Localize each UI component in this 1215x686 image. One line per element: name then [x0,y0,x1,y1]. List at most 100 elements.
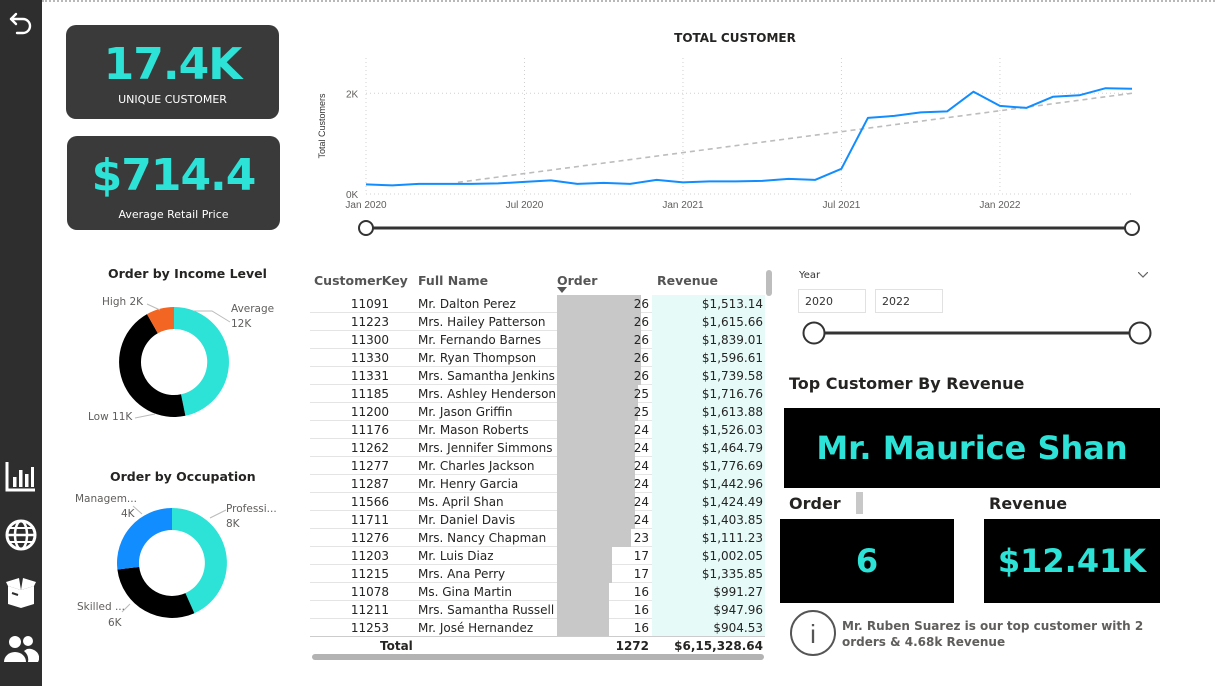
cell-order: 26 [633,297,649,311]
cell-customer-key: 11330 [350,351,389,365]
table-row[interactable]: 11078 Ms. Gina Martin 16 $991.27 [310,583,765,601]
table-row[interactable]: 11330 Mr. Ryan Thompson 26 $1,596.61 [310,349,765,367]
info-icon[interactable]: i [788,608,838,658]
order-data-bar [557,601,609,619]
income-label-high: High 2K [102,296,144,308]
year-range-slider[interactable] [800,320,1155,346]
table-row[interactable]: 11215 Mrs. Ana Perry 17 $1,335.85 [310,565,765,583]
cell-customer-key: 11253 [350,621,389,635]
date-slider-handle-right[interactable] [1124,220,1140,236]
table-row[interactable]: 11211 Mrs. Samantha Russell 16 $947.96 [310,601,765,619]
date-slider-handle-left[interactable] [358,220,374,236]
header-revenue[interactable]: Revenue [657,273,718,288]
header-full-name[interactable]: Full Name [418,273,488,288]
kpi-unique-customer-value: 17.4K [103,39,243,90]
total-order: 1272 [615,639,649,653]
table-row[interactable]: 11711 Mr. Daniel Davis 24 $1,403.85 [310,511,765,529]
kpi-avg-retail-price-label: Average Retail Price [118,208,229,221]
cell-revenue: $1,335.85 [701,567,763,581]
table-total-row: Total 1272 $6,15,328.64 [310,636,765,654]
table-horizontal-scrollbar[interactable] [312,654,764,660]
cell-full-name: Mr. Luis Diaz [418,549,494,563]
series-line-total-customers[interactable] [365,87,1133,187]
table-row[interactable]: 11276 Mrs. Nancy Chapman 23 $1,111.23 [310,529,765,547]
year-from-input[interactable]: 2020 [798,289,866,313]
cell-revenue: $1,615.66 [701,315,763,329]
table-row[interactable]: 11176 Mr. Mason Roberts 24 $1,526.03 [310,421,765,439]
table-row[interactable]: 11223 Mrs. Hailey Patterson 26 $1,615.66 [310,313,765,331]
cell-full-name: Mr. Henry Garcia [418,477,519,491]
cell-full-name: Mrs. Ashley Henderson [418,387,557,401]
cell-revenue: $1,596.61 [701,351,763,365]
cell-revenue: $1,442.96 [701,477,763,491]
cell-revenue: $1,464.79 [701,441,763,455]
top-customer-name-card: Mr. Maurice Shan [784,408,1160,488]
order-data-bar [557,421,635,439]
order-data-bar [557,349,641,367]
occupation-label-skilled: Skilled ... [77,601,125,613]
cell-full-name: Mrs. Jennifer Simmons [418,441,553,455]
cell-customer-key: 11300 [350,333,389,347]
year-to-input[interactable]: 2022 [875,289,943,313]
x-tick-label: Jul 2020 [506,200,544,211]
kpi-unique-customer-label: UNIQUE CUSTOMER [118,93,227,106]
table-row[interactable]: 11287 Mr. Henry Garcia 24 $1,442.96 [310,475,765,493]
kpi-avg-retail-price-value: $714.4 [91,150,257,201]
table-row[interactable]: 11203 Mr. Luis Diaz 17 $1,002.05 [310,547,765,565]
table-row[interactable]: 11566 Ms. April Shan 24 $1,424.49 [310,493,765,511]
order-data-bar [557,511,635,529]
header-order[interactable]: Order [557,273,597,288]
cell-full-name: Mr. Mason Roberts [418,423,529,437]
table-row[interactable]: 11185 Mrs. Ashley Henderson 25 $1,716.76 [310,385,765,403]
cell-customer-key: 11078 [350,585,389,599]
table-row[interactable]: 11331 Mrs. Samantha Jenkins 26 $1,739.58 [310,367,765,385]
table-row[interactable]: 11277 Mr. Charles Jackson 24 $1,776.69 [310,457,765,475]
x-tick-label: Jan 2021 [662,200,704,211]
header-customer-key[interactable]: CustomerKey [314,273,408,288]
occupation-label-management-value: 4K [121,508,135,520]
year-slicer-label: Year [799,270,821,281]
cell-order: 16 [633,621,649,635]
order-data-bar [557,403,638,421]
table-row[interactable]: 11262 Mrs. Jennifer Simmons 24 $1,464.79 [310,439,765,457]
revenue-label: Revenue [989,494,1068,513]
table-vertical-scrollbar[interactable] [766,270,772,296]
table-row[interactable]: 11300 Mr. Fernando Barnes 26 $1,839.01 [310,331,765,349]
users-icon[interactable] [0,628,42,670]
total-label: Total [380,639,413,653]
income-label-average-value: 12K [231,318,252,330]
kpi-unique-customer: 17.4K UNIQUE CUSTOMER [66,25,279,119]
order-data-bar [557,331,641,349]
order-data-bar [557,439,635,457]
cell-customer-key: 11176 [350,423,389,437]
total-customer-line-chart[interactable]: 0K2KJan 2020 Jul 2020 Jan 2021 Jul 2021 Jan … [310,48,1145,238]
cell-revenue: $1,424.49 [701,495,763,509]
total-revenue: $6,15,328.64 [674,639,763,653]
table-row[interactable]: 11200 Mr. Jason Griffin 25 $1,613.88 [310,403,765,421]
cell-revenue: $1,526.03 [701,423,763,437]
cell-customer-key: 11200 [350,405,389,419]
income-donut-chart[interactable] [100,290,250,430]
cell-order: 24 [633,495,649,509]
order-value-card: 6 [780,519,954,603]
back-icon[interactable] [0,2,42,44]
cell-revenue: $904.53 [713,621,763,635]
table-row[interactable]: 11253 Mr. José Hernandez 16 $904.53 [310,619,765,637]
income-slice-average [174,307,229,416]
bar-chart-icon[interactable] [0,455,42,497]
globe-icon[interactable] [0,514,42,556]
cell-customer-key: 11203 [350,549,389,563]
x-tick-label: Jul 2021 [823,200,861,211]
cell-customer-key: 11262 [350,441,389,455]
cell-full-name: Mr. José Hernandez [418,621,534,635]
cell-order: 17 [633,549,649,563]
chevron-down-icon[interactable] [1138,272,1148,278]
cell-full-name: Mr. Fernando Barnes [418,333,542,347]
cell-order: 25 [633,387,649,401]
sort-desc-icon[interactable] [557,287,567,293]
occupation-label-management: Managem... [75,493,137,505]
table-row[interactable]: 11091 Mr. Dalton Perez 26 $1,513.14 [310,295,765,313]
box-icon[interactable] [0,572,42,614]
order-data-bar [557,565,612,583]
cell-order: 25 [633,405,649,419]
